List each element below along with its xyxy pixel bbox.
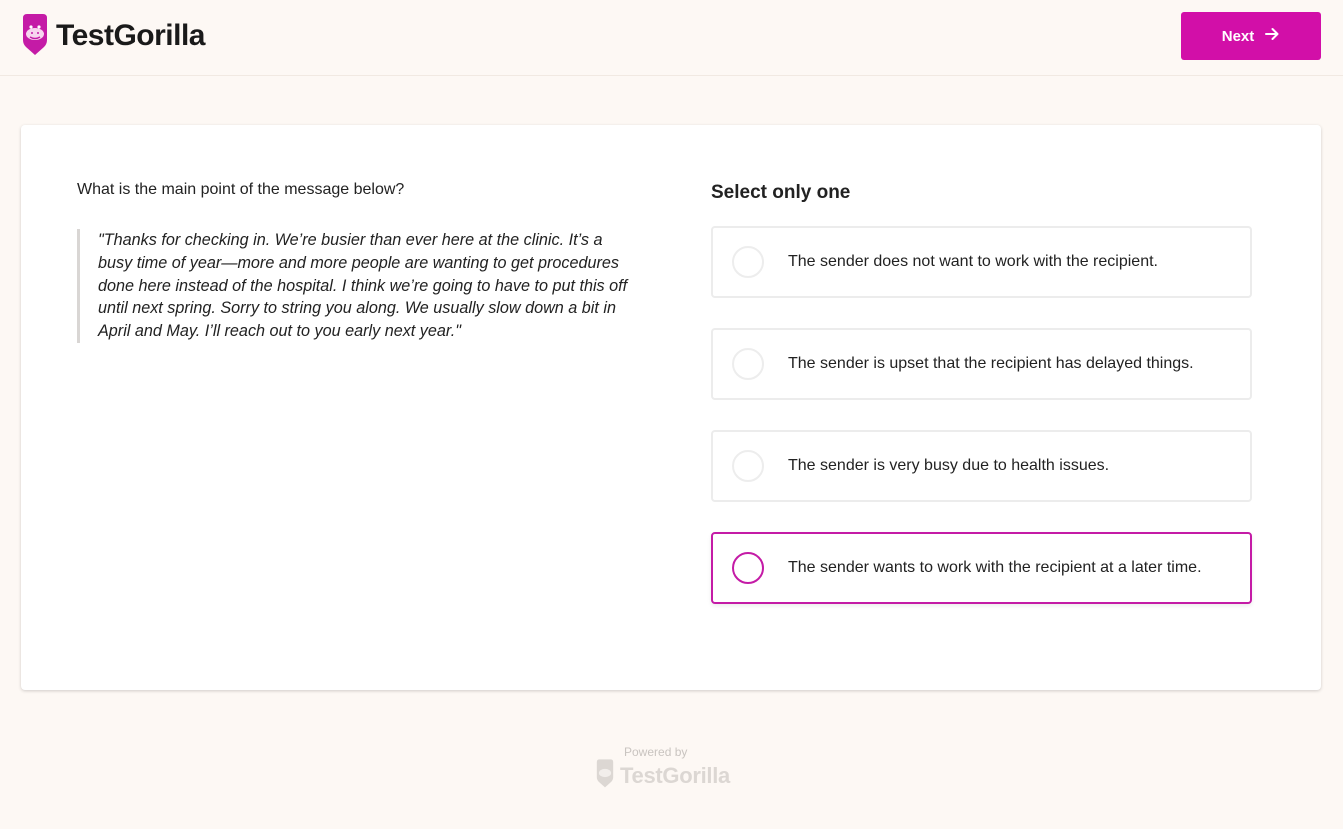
answer-option-selected[interactable]: The sender wants to work with the recipi… (711, 532, 1252, 604)
answer-option[interactable]: The sender is very busy due to health is… (711, 430, 1252, 502)
top-bar: TestGorilla Next (0, 0, 1343, 76)
select-instruction: Select only one (711, 182, 851, 203)
gorilla-icon (594, 758, 616, 793)
testgorilla-logo[interactable]: TestGorilla (20, 12, 205, 61)
radio-button[interactable] (732, 348, 764, 380)
footer-brand: TestGorilla (620, 762, 730, 788)
next-button[interactable]: Next (1181, 12, 1321, 60)
answer-option[interactable]: The sender does not want to work with th… (711, 226, 1252, 298)
logo-text: TestGorilla (56, 19, 205, 52)
powered-by-text: Powered by (624, 745, 688, 759)
powered-by-footer: Powered by TestGorilla (594, 744, 754, 790)
message-quote: "Thanks for checking in. We’re busier th… (77, 229, 637, 343)
arrow-right-icon (1264, 26, 1280, 46)
radio-button[interactable] (732, 450, 764, 482)
question-prompt: What is the main point of the message be… (77, 181, 405, 198)
option-label: The sender does not want to work with th… (788, 253, 1158, 270)
option-label: The sender is upset that the recipient h… (788, 355, 1194, 372)
question-card: What is the main point of the message be… (21, 125, 1321, 690)
option-label: The sender is very busy due to health is… (788, 457, 1110, 474)
answer-option[interactable]: The sender is upset that the recipient h… (711, 328, 1252, 400)
footer-logo: TestGorilla (594, 758, 730, 793)
option-label: The sender wants to work with the recipi… (788, 559, 1202, 576)
radio-button[interactable] (732, 246, 764, 278)
gorilla-icon (20, 12, 50, 61)
radio-button[interactable] (732, 552, 764, 584)
next-label: Next (1221, 27, 1255, 45)
